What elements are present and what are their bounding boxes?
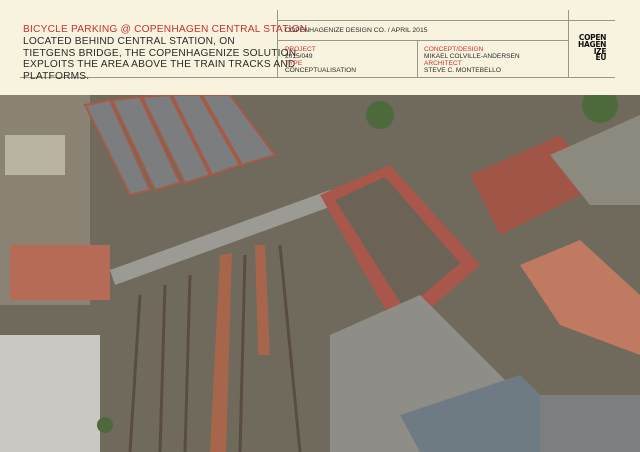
project-label: PROJECT [285,46,316,53]
type-value: CONCEPTUALISATION [285,67,356,74]
logo-line: EU [595,53,607,63]
description-line: PLATFORMS. [23,70,90,82]
company-date: COPENHAGENIZE DESIGN CO. / APRIL 2015 [285,27,428,34]
project-title: BICYCLE PARKING @ COPENHAGEN CENTRAL STA… [23,24,308,35]
type-label: TYPE [285,60,303,67]
credits-info: CONCEPT/DESIGN MIKAEL COLVILLE-ANDERSEN … [424,46,520,74]
concept-value: MIKAEL COLVILLE-ANDERSEN [424,53,520,60]
description-line: LOCATED BEHIND CENTRAL STATION, ON [23,36,235,47]
description-line: TIETGENS BRIDGE, THE COPENHAGENIZE SOLUT… [23,47,297,59]
copenhagenize-logo: COPEN HAGEN IZE EU [578,34,607,63]
project-info: PROJECT 2015/049 TYPE CONCEPTUALISATION [285,46,356,74]
architect-label: ARCHITECT [424,60,462,67]
description-line: EXPLOITS THE AREA ABOVE THE TRAIN TRACKS… [23,59,296,70]
aerial-photo [0,95,640,452]
project-description: LOCATED BEHIND CENTRAL STATION, ON TIETG… [23,36,296,82]
concept-label: CONCEPT/DESIGN [424,46,484,53]
project-value: 2015/049 [285,53,313,60]
architect-value: STEVE C. MONTEBELLO [424,67,501,74]
